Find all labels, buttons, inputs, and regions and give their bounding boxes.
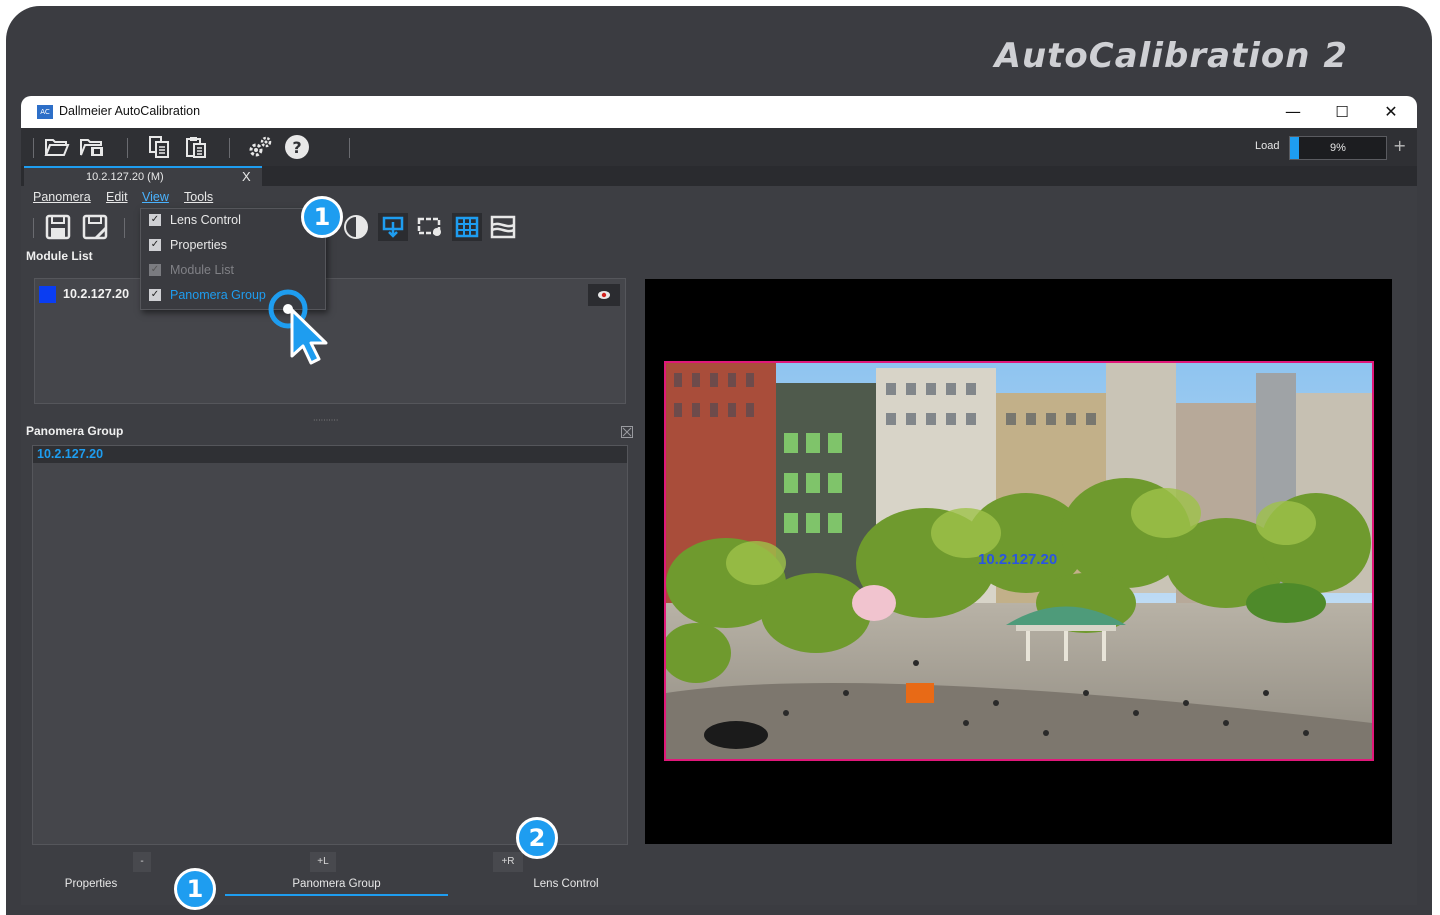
camera-overlay-label: 10.2.127.20 <box>978 551 1058 568</box>
mouse-cursor-icon <box>288 306 330 366</box>
checkmark-icon: ✓ <box>149 214 161 226</box>
tab-module[interactable]: 10.2.127.20 (M) X <box>24 166 262 186</box>
panomera-group-title: Panomera Group <box>26 424 124 438</box>
toolbar-separator <box>124 218 125 238</box>
contrast-icon[interactable] <box>341 213 371 241</box>
checkmark-icon: ✓ <box>149 289 161 301</box>
calibrate-icon[interactable] <box>378 213 408 241</box>
load-label: Load <box>1255 140 1280 152</box>
menu-panomera-label: Panomera <box>33 190 91 204</box>
add-left-button[interactable]: +L <box>310 852 336 872</box>
app-window: AC Dallmeier AutoCalibration — ☐ ✕ ? Loa… <box>21 96 1417 905</box>
step-callout-1: 1 <box>301 196 343 238</box>
close-panel-icon[interactable] <box>621 423 633 438</box>
checkmark-icon: ✓ <box>149 239 161 251</box>
active-tab-indicator <box>225 894 448 896</box>
tab-lens-control[interactable]: Lens Control <box>521 878 611 890</box>
menu-view[interactable]: View <box>142 190 169 204</box>
save-icon[interactable] <box>43 213 73 241</box>
main-toolbar: ? Load 9% + <box>21 128 1417 166</box>
minimize-button[interactable]: — <box>1273 100 1313 124</box>
menu-tools-label: Tools <box>184 190 214 204</box>
menu-view-label: View <box>142 190 169 204</box>
menu-item-lens-control[interactable]: ✓ Lens Control <box>141 209 325 233</box>
list-item[interactable]: 10.2.127.20 <box>33 446 627 463</box>
title-bar: AC Dallmeier AutoCalibration — ☐ ✕ <box>21 96 1417 128</box>
menu-item-label: Module List <box>170 263 234 277</box>
toolbar-separator <box>33 218 34 238</box>
maximize-button[interactable]: ☐ <box>1322 100 1362 124</box>
tab-panomera-group[interactable]: Panomera Group <box>225 878 448 890</box>
module-list: 10.2.127.20 <box>34 278 626 404</box>
folder-open-icon[interactable] <box>43 134 71 160</box>
svg-text:?: ? <box>292 138 301 157</box>
document-tabs: 10.2.127.20 (M) X <box>21 166 1417 186</box>
checkmark-icon: ✓ <box>149 264 161 276</box>
tab-label: 10.2.127.20 (M) <box>86 171 164 183</box>
menu-edit[interactable]: Edit <box>106 190 128 204</box>
camera-viewer[interactable]: 10.2.127.20 <box>645 279 1392 844</box>
paste-icon[interactable] <box>182 134 210 160</box>
menu-item-properties[interactable]: ✓ Properties <box>141 234 325 258</box>
add-right-button[interactable]: +R <box>493 852 523 872</box>
window-title: Dallmeier AutoCalibration <box>59 104 201 118</box>
toolbar-separator <box>349 138 350 158</box>
save-as-icon[interactable] <box>80 213 110 241</box>
copy-icon[interactable] <box>145 134 173 160</box>
menu-item-label: Lens Control <box>170 213 241 227</box>
app-icon: AC <box>37 105 53 119</box>
tab-close-button[interactable]: X <box>242 169 251 184</box>
menu-item-module-list: ✓ Module List <box>141 259 325 283</box>
tab-properties[interactable]: Properties <box>49 878 133 890</box>
camera-view-icon[interactable] <box>415 213 445 241</box>
remove-button[interactable]: - <box>133 852 151 872</box>
panorama-icon[interactable] <box>488 213 518 241</box>
menu-panomera[interactable]: Panomera <box>33 190 91 204</box>
menu-tools[interactable]: Tools <box>184 190 213 204</box>
eye-icon[interactable] <box>588 284 620 306</box>
load-add-button[interactable]: + <box>1393 136 1406 155</box>
list-item-label: 10.2.127.20 <box>37 447 104 461</box>
toolbar-separator <box>33 138 34 158</box>
folder-camera-icon[interactable] <box>79 134 107 160</box>
module-list-title: Module List <box>26 249 93 263</box>
camera-image[interactable]: 10.2.127.20 <box>664 361 1374 761</box>
step-callout-1-bottom: 1 <box>174 868 216 910</box>
menu-edit-label: Edit <box>106 190 128 204</box>
load-meter: 9% <box>1289 136 1387 160</box>
settings-icon[interactable] <box>246 134 274 160</box>
menu-item-label: Properties <box>170 238 227 252</box>
help-icon[interactable]: ? <box>283 134 311 160</box>
brand-title: AutoCalibration 2 <box>994 36 1348 76</box>
panomera-group-list: 10.2.127.20 <box>32 445 628 845</box>
menu-item-label: Panomera Group <box>170 288 266 302</box>
splitter-handle-icon[interactable]: ·········· <box>313 416 338 425</box>
module-color-swatch <box>39 286 56 303</box>
close-button[interactable]: ✕ <box>1371 100 1411 124</box>
grid-icon[interactable] <box>452 213 482 241</box>
toolbar-separator <box>229 138 230 158</box>
toolbar-separator <box>127 138 128 158</box>
step-callout-2: 2 <box>516 817 558 859</box>
module-list-item[interactable]: 10.2.127.20 <box>63 287 129 301</box>
menu-bar: Panomera Edit View Tools <box>21 186 1417 208</box>
load-meter-value: 9% <box>1330 142 1346 154</box>
